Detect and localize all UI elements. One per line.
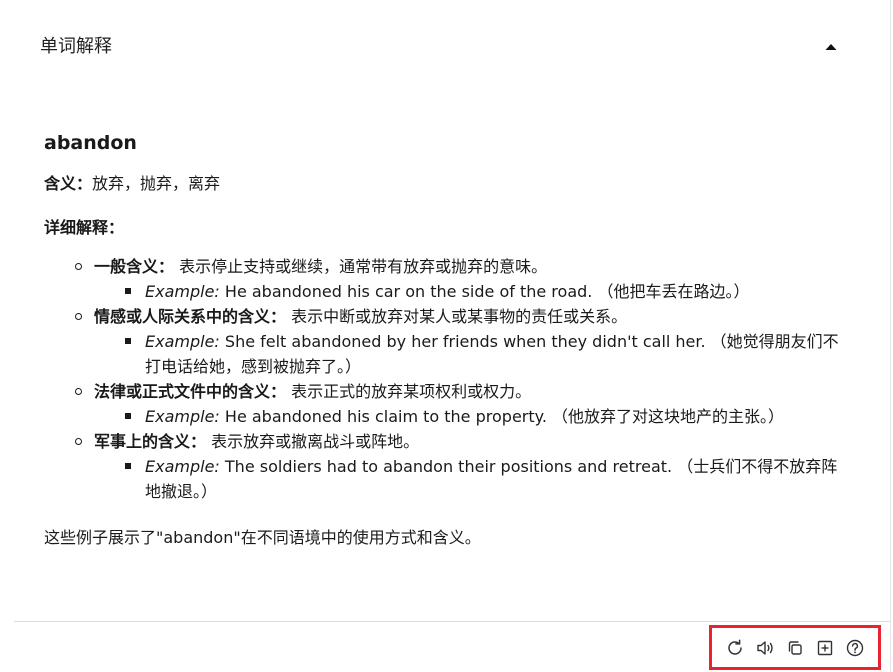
meaning-line: 含义：放弃，抛弃，离弃 <box>44 172 844 196</box>
example-label: Example: <box>145 457 220 476</box>
help-icon <box>846 639 864 656</box>
collapse-button[interactable] <box>822 38 840 56</box>
copy-icon <box>788 640 802 655</box>
example-text: She felt abandoned by her friends when t… <box>145 332 839 376</box>
refresh-button[interactable] <box>724 637 746 659</box>
meaning-label: 含义： <box>44 174 93 193</box>
help-button[interactable] <box>844 637 866 659</box>
copy-button[interactable] <box>784 637 806 659</box>
example-list: Example: He abandoned his car on the sid… <box>94 279 844 304</box>
sense-label: 法律或正式文件中的含义： <box>94 382 287 401</box>
toolbar-divider <box>14 621 890 622</box>
example-item: Example: The soldiers had to abandon the… <box>124 454 844 504</box>
example-text: He abandoned his car on the side of the … <box>224 282 750 301</box>
sense-item: 军事上的含义： 表示放弃或撤离战斗或阵地。 Example: The soldi… <box>74 429 844 504</box>
panel-header: 单词解释 <box>40 34 840 60</box>
read-aloud-button[interactable] <box>754 637 776 659</box>
word-explanation-panel: 单词解释 abandon 含义：放弃，抛弃，离弃 详细解释： 一般含义： 表示停… <box>0 0 891 672</box>
example-label: Example: <box>145 332 220 351</box>
summary-text: 这些例子展示了"abandon"在不同语境中的使用方式和含义。 <box>44 528 481 547</box>
example-list: Example: She felt abandoned by her frien… <box>94 329 844 379</box>
example-item: Example: He abandoned his car on the sid… <box>124 279 844 304</box>
sense-list: 一般含义： 表示停止支持或继续，通常带有放弃或抛弃的意味。 Example: H… <box>44 254 844 504</box>
sense-label: 军事上的含义： <box>94 432 207 451</box>
panel-title: 单词解释 <box>40 36 112 57</box>
sense-item: 一般含义： 表示停止支持或继续，通常带有放弃或抛弃的意味。 Example: H… <box>74 254 844 304</box>
action-toolbar <box>709 625 881 670</box>
sense-label: 一般含义： <box>94 257 175 276</box>
caret-up-icon <box>825 44 837 50</box>
example-label: Example: <box>145 282 220 301</box>
sense-text: 表示正式的放弃某项权利或权力。 <box>291 382 532 401</box>
headword: abandon <box>44 132 137 154</box>
example-item: Example: She felt abandoned by her frien… <box>124 329 844 379</box>
refresh-icon <box>728 638 742 655</box>
example-text: The soldiers had to abandon their positi… <box>145 457 838 501</box>
example-item: Example: He abandoned his claim to the p… <box>124 404 844 429</box>
sense-item: 法律或正式文件中的含义： 表示正式的放弃某项权利或权力。 Example: He… <box>74 379 844 429</box>
add-icon <box>817 640 833 655</box>
example-label: Example: <box>145 407 220 426</box>
add-button[interactable] <box>814 637 836 659</box>
sense-item: 情感或人际关系中的含义： 表示中断或放弃对某人或某事物的责任或关系。 Examp… <box>74 304 844 379</box>
example-list: Example: The soldiers had to abandon the… <box>94 454 844 504</box>
example-list: Example: He abandoned his claim to the p… <box>94 404 844 429</box>
meaning-text: 放弃，抛弃，离弃 <box>92 174 221 193</box>
sense-label: 情感或人际关系中的含义： <box>94 307 287 326</box>
example-text: He abandoned his claim to the property. … <box>224 407 784 426</box>
explanation-content: abandon 含义：放弃，抛弃，离弃 详细解释： 一般含义： 表示停止支持或继… <box>44 128 844 550</box>
sense-text: 表示中断或放弃对某人或某事物的责任或关系。 <box>291 307 628 326</box>
detail-label: 详细解释： <box>44 218 125 237</box>
sense-text: 表示停止支持或继续，通常带有放弃或抛弃的意味。 <box>179 257 548 276</box>
speaker-icon <box>757 640 773 655</box>
sense-text: 表示放弃或撤离战斗或阵地。 <box>211 432 420 451</box>
